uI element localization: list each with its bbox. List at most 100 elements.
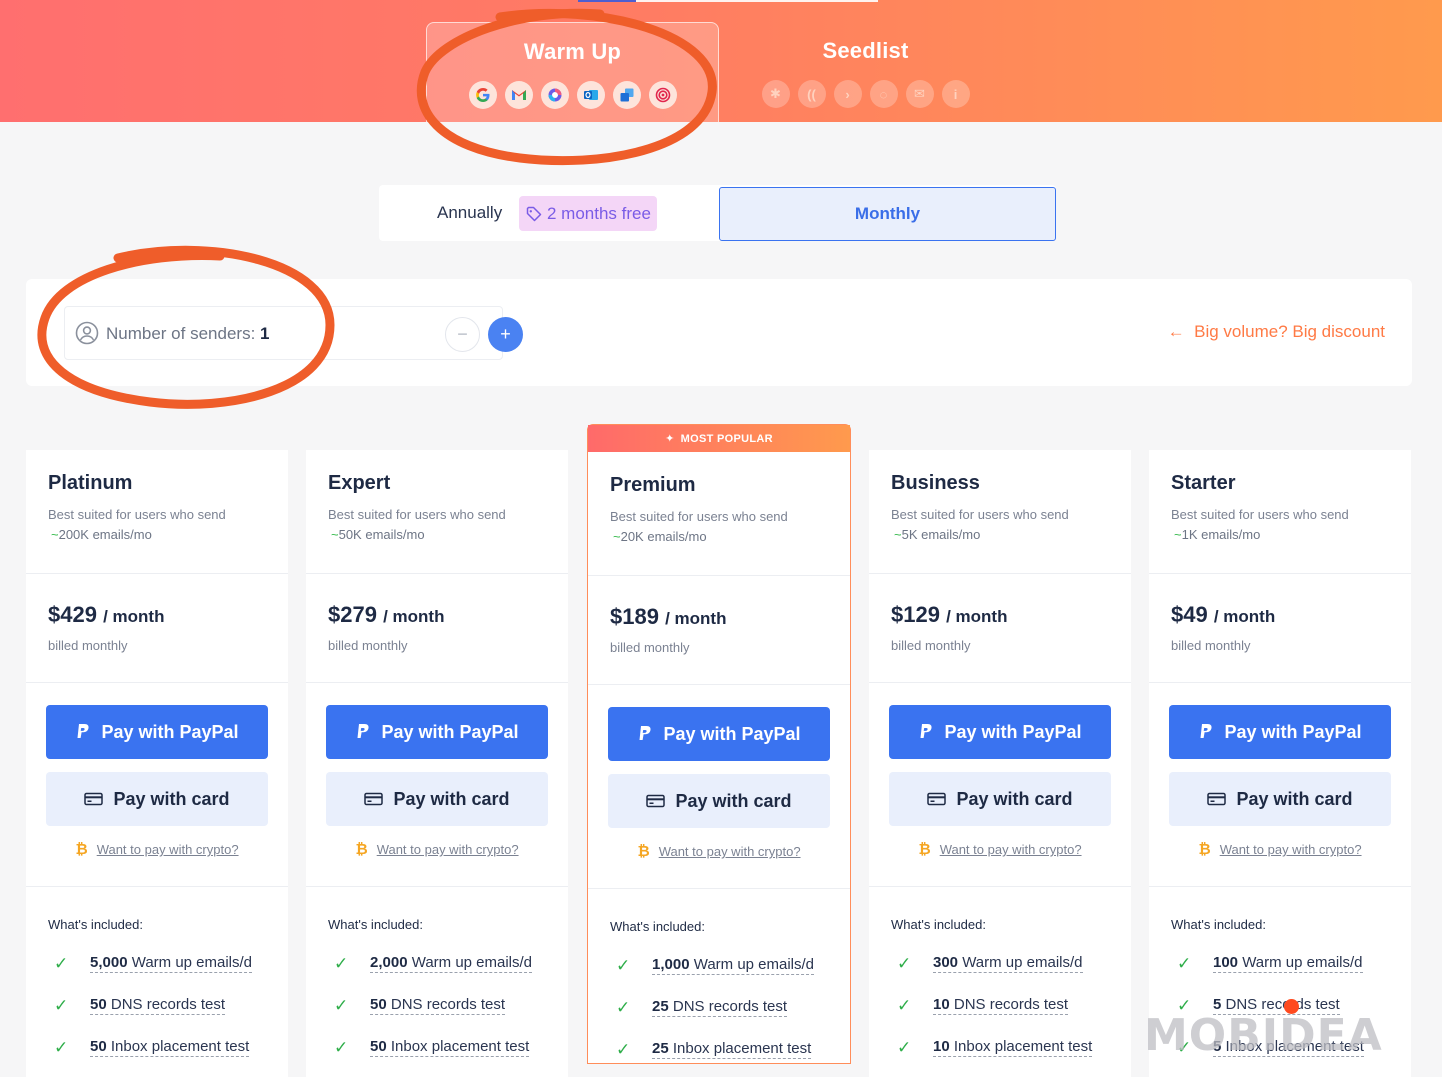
included-title: What's included: — [610, 919, 705, 934]
pay-with-crypto-link[interactable]: Want to pay with crypto? — [1220, 842, 1362, 857]
feature-warmup[interactable]: 100 Warm up emails/d — [1213, 954, 1363, 973]
plan-name: Starter — [1171, 472, 1236, 494]
pay-with-card-button[interactable]: Pay with card — [46, 772, 268, 826]
price-period: / month — [103, 607, 165, 626]
included-title: What's included: — [891, 917, 986, 932]
feature-inbox[interactable]: 50 Inbox placement test — [370, 1038, 530, 1057]
feature-warmup[interactable]: 5,000 Warm up emails/d — [90, 954, 253, 973]
discount-badge-label: 2 months free — [547, 203, 651, 223]
check-icon: ✓ — [897, 995, 912, 1015]
plan-price: $189 / month — [610, 604, 727, 629]
plan-header: Starter Best suited for users who send ~… — [1149, 450, 1411, 574]
check-icon: ✓ — [897, 1037, 912, 1057]
paypal-icon — [1200, 724, 1213, 738]
crypto-payment: ₿ Want to pay with crypto? — [608, 843, 830, 860]
plan-header: Platinum Best suited for users who send … — [26, 450, 288, 574]
credit-card-icon — [927, 792, 947, 806]
outlook-icon — [576, 81, 605, 109]
feature-item: ✓ 25 DNS records test — [610, 997, 828, 1018]
pay-with-paypal-button[interactable]: Pay with PayPal — [46, 705, 268, 759]
included-title: What's included: — [1171, 917, 1266, 932]
senders-bar: Number of senders: 1 − + ← Big volume? B… — [26, 279, 1412, 386]
microsoft365-icon — [540, 81, 569, 109]
paypal-label: Pay with PayPal — [1224, 721, 1362, 742]
plan-price: $279 / month — [328, 602, 445, 627]
feature-item: ✓ 50 DNS records test — [328, 995, 546, 1016]
tab-indicator — [578, 0, 636, 2]
increase-senders-button[interactable]: + — [488, 317, 523, 352]
annually-option[interactable]: Annually — [437, 203, 502, 223]
pay-with-crypto-link[interactable]: Want to pay with crypto? — [377, 842, 519, 857]
pay-with-paypal-button[interactable]: Pay with PayPal — [889, 705, 1111, 759]
plan-description-text: Best suited for users who send — [48, 507, 226, 522]
pay-with-card-button[interactable]: Pay with card — [1169, 772, 1391, 826]
pay-with-paypal-button[interactable]: Pay with PayPal — [1169, 705, 1391, 759]
feature-item: ✓ 10 DNS records test — [891, 995, 1109, 1016]
paypal-icon — [77, 724, 90, 738]
plan-header: Business Best suited for users who send … — [869, 450, 1131, 574]
check-icon: ✓ — [897, 953, 912, 973]
plan-price: $129 / month — [891, 602, 1008, 627]
plan-name: Business — [891, 472, 980, 494]
plan-card-premium: ✦ MOST POPULAR Premium Best suited for u… — [587, 424, 851, 1064]
plan-price-block: $129 / month billed monthly — [869, 574, 1131, 683]
pay-with-paypal-button[interactable]: Pay with PayPal — [326, 705, 548, 759]
check-icon: ✓ — [616, 955, 631, 975]
paypal-label: Pay with PayPal — [663, 723, 801, 744]
plan-price: $49 / month — [1171, 602, 1276, 627]
bitcoin-icon: ₿ — [918, 841, 931, 858]
discount-badge[interactable]: 2 months free — [519, 196, 657, 231]
feature-item: ✓ 300 Warm up emails/d — [891, 953, 1109, 974]
feature-item: ✓ 10 Inbox placement test — [891, 1037, 1109, 1058]
plan-description: Best suited for users who send ~200K ema… — [48, 505, 266, 545]
crypto-payment: ₿ Want to pay with crypto? — [46, 841, 268, 858]
pay-with-crypto-link[interactable]: Want to pay with crypto? — [659, 844, 801, 859]
included-title: What's included: — [328, 917, 423, 932]
pay-with-card-button[interactable]: Pay with card — [326, 772, 548, 826]
check-icon: ✓ — [334, 995, 349, 1015]
gmail-icon — [504, 81, 533, 109]
pay-with-card-button[interactable]: Pay with card — [608, 774, 830, 828]
credit-card-icon — [84, 792, 104, 806]
feature-dns[interactable]: 50 DNS records test — [90, 996, 226, 1015]
feature-dns[interactable]: 10 DNS records test — [933, 996, 1069, 1015]
plan-card-platinum: Platinum Best suited for users who send … — [26, 450, 288, 1077]
feature-dns[interactable]: 25 DNS records test — [652, 998, 788, 1017]
plan-name: Platinum — [48, 472, 133, 494]
plan-volume: ~20K emails/mo — [613, 529, 707, 544]
feature-item: ✓ 25 Inbox placement test — [610, 1039, 828, 1060]
senders-label: Number of senders: 1 — [106, 324, 270, 344]
plan-description-text: Best suited for users who send — [610, 509, 788, 524]
senders-input[interactable]: Number of senders: 1 − + — [64, 306, 523, 360]
price-period: / month — [665, 609, 727, 628]
check-icon: ✓ — [616, 1039, 631, 1059]
check-icon: ✓ — [54, 995, 69, 1015]
pay-with-crypto-link[interactable]: Want to pay with crypto? — [97, 842, 239, 857]
big-volume-link[interactable]: ← Big volume? Big discount — [1168, 322, 1385, 342]
tab-warm-up[interactable]: Warm Up — [426, 22, 719, 122]
check-icon: ✓ — [54, 1037, 69, 1057]
plan-description: Best suited for users who send ~1K email… — [1171, 505, 1389, 545]
included-features: What's included: ✓ 5,000 Warm up emails/d… — [26, 887, 288, 1058]
feature-warmup[interactable]: 300 Warm up emails/d — [933, 954, 1083, 973]
feature-warmup[interactable]: 2,000 Warm up emails/d — [370, 954, 533, 973]
feature-inbox[interactable]: 25 Inbox placement test — [652, 1040, 812, 1059]
feature-dns[interactable]: 50 DNS records test — [370, 996, 506, 1015]
feature-warmup[interactable]: 1,000 Warm up emails/d — [652, 956, 815, 975]
pay-with-card-button[interactable]: Pay with card — [889, 772, 1111, 826]
pay-with-paypal-button[interactable]: Pay with PayPal — [608, 707, 830, 761]
bitcoin-icon: ₿ — [1198, 841, 1211, 858]
monthly-option[interactable]: Monthly — [719, 187, 1056, 241]
info-icon: i — [941, 80, 970, 108]
feature-inbox[interactable]: 50 Inbox placement test — [90, 1038, 250, 1057]
tab-seedlist[interactable]: Seedlist ✱ (( › ◌ ✉ i — [719, 22, 1012, 122]
decrease-senders-button[interactable]: − — [445, 317, 480, 352]
pay-with-crypto-link[interactable]: Want to pay with crypto? — [940, 842, 1082, 857]
feature-inbox[interactable]: 10 Inbox placement test — [933, 1038, 1093, 1057]
plan-header: Expert Best suited for users who send ~5… — [306, 450, 568, 574]
payment-options: Pay with PayPal Pay with card ₿ Want to … — [26, 683, 288, 887]
sparkle-icon: ✦ — [665, 433, 675, 445]
included-features: What's included: ✓ 1,000 Warm up emails/d… — [588, 889, 850, 1060]
check-icon: ✓ — [1177, 953, 1192, 973]
senders-label-text: Number of senders: — [106, 324, 256, 343]
